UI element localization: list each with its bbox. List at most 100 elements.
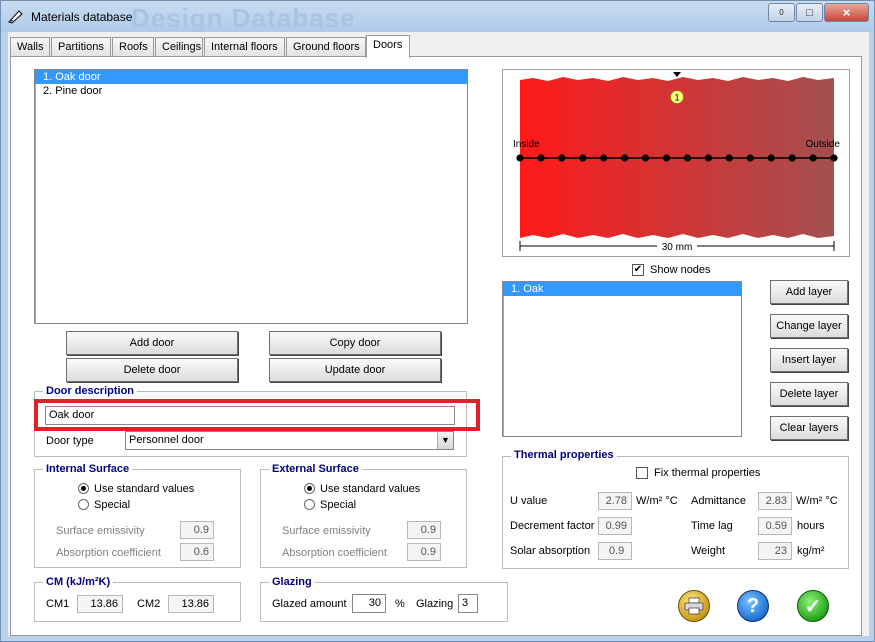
node-marker <box>683 154 692 162</box>
glazing-label: Glazing <box>416 598 454 610</box>
update-door-button[interactable]: Update door <box>269 358 441 382</box>
u-value-field: 2.78 <box>598 492 632 510</box>
cm2-field: 13.86 <box>168 595 214 613</box>
admittance-label: Admittance <box>691 495 747 507</box>
show-nodes-checkbox[interactable]: ✔ <box>632 264 644 276</box>
thickness-label: 30 mm <box>662 242 693 253</box>
pencil-ruler-icon <box>7 10 23 24</box>
internal-emissivity-label: Surface emissivity <box>56 525 145 537</box>
decrement-label: Decrement factor <box>510 520 595 532</box>
title-bar[interactable]: Materials database Design Database 0 □ × <box>1 1 874 33</box>
weight-field: 23 <box>758 542 792 560</box>
outside-label: Outside <box>806 139 841 150</box>
admittance-unit: W/m² °C <box>796 495 838 507</box>
help-button[interactable]: ? <box>737 590 769 622</box>
node-marker <box>809 154 817 162</box>
insert-layer-button[interactable]: Insert layer <box>770 348 848 372</box>
tab-roofs[interactable]: Roofs <box>112 37 154 57</box>
layer-number-text: 1 <box>674 93 679 103</box>
tab-internal-floors[interactable]: Internal floors <box>204 37 285 57</box>
glazed-amount-input[interactable]: 30 <box>352 594 386 613</box>
external-special-label: Special <box>320 499 357 511</box>
weight-label: Weight <box>691 545 726 557</box>
node-marker <box>621 154 629 162</box>
list-item[interactable]: 1. Oak <box>503 282 741 296</box>
layer-list[interactable]: 1. Oak <box>502 281 742 437</box>
delete-door-button[interactable]: Delete door <box>66 358 238 382</box>
internal-surface-title: Internal Surface <box>43 463 133 475</box>
print-button[interactable] <box>678 590 710 622</box>
node-marker <box>788 154 796 162</box>
glazing-input[interactable]: 3 <box>458 594 478 613</box>
fix-thermal-label: Fix thermal properties <box>654 467 761 479</box>
node-marker <box>662 154 671 162</box>
delete-layer-button[interactable]: Delete layer <box>770 382 848 406</box>
minimize-button[interactable]: 0 <box>768 3 795 22</box>
clear-layers-button[interactable]: Clear layers <box>770 416 848 440</box>
internal-absorption-field: 0.6 <box>180 543 214 561</box>
close-button[interactable]: × <box>824 3 869 22</box>
glazed-amount-label: Glazed amount <box>272 598 347 610</box>
external-special-radio[interactable] <box>304 499 315 510</box>
change-layer-button[interactable]: Change layer <box>770 314 848 338</box>
internal-emissivity-field: 0.9 <box>180 521 214 539</box>
node-marker <box>767 154 775 162</box>
door-description-title: Door description <box>43 385 138 397</box>
glazed-unit: % <box>395 598 405 610</box>
internal-standard-radio[interactable] <box>78 483 89 494</box>
fix-thermal-checkbox[interactable] <box>636 467 648 479</box>
add-layer-button[interactable]: Add layer <box>770 280 848 304</box>
ok-button[interactable]: ✓ <box>797 590 829 622</box>
external-emissivity-label: Surface emissivity <box>282 525 371 537</box>
inside-label: Inside <box>513 139 540 150</box>
external-standard-label: Use standard values <box>320 483 421 495</box>
u-value-label: U value <box>510 495 548 507</box>
node-marker <box>558 154 566 162</box>
highlight-box <box>34 399 480 431</box>
checkmark-icon: ✓ <box>804 595 822 618</box>
time-lag-label: Time lag <box>691 520 733 532</box>
external-standard-radio[interactable] <box>304 483 315 494</box>
cross-section-diagram: 1 Inside Outside 30 mm <box>513 72 841 253</box>
internal-special-label: Special <box>94 499 131 511</box>
time-lag-field: 0.59 <box>758 517 792 535</box>
node-marker <box>600 154 608 162</box>
decrement-field: 0.99 <box>598 517 632 535</box>
solar-absorption-field: 0.9 <box>598 542 632 560</box>
door-list[interactable]: 1. Oak door 2. Pine door <box>34 69 468 324</box>
title-watermark: Design Database <box>131 3 356 33</box>
restore-icon: □ <box>806 6 813 19</box>
node-marker <box>642 154 650 162</box>
list-item[interactable]: 2. Pine door <box>35 84 467 98</box>
copy-door-button[interactable]: Copy door <box>269 331 441 355</box>
internal-standard-label: Use standard values <box>94 483 195 495</box>
external-surface-title: External Surface <box>269 463 362 475</box>
door-type-value: Personnel door <box>129 434 204 446</box>
minimize-icon: 0 <box>779 8 784 17</box>
internal-special-radio[interactable] <box>78 499 89 510</box>
glazing-title: Glazing <box>269 576 315 588</box>
solar-absorption-label: Solar absorption <box>510 545 591 557</box>
tab-partitions[interactable]: Partitions <box>51 37 111 57</box>
internal-absorption-label: Absorption coefficient <box>56 547 161 559</box>
chevron-down-icon[interactable]: ▼ <box>437 432 453 449</box>
node-marker <box>746 154 754 162</box>
node-marker <box>725 154 733 162</box>
cm1-field: 13.86 <box>77 595 123 613</box>
window-title: Materials database <box>31 10 133 24</box>
node-marker <box>830 154 838 162</box>
tab-ground-floors[interactable]: Ground floors <box>286 37 366 57</box>
u-value-unit: W/m² °C <box>636 495 678 507</box>
door-type-select[interactable]: Personnel door ▼ <box>125 431 454 450</box>
list-item[interactable]: 1. Oak door <box>35 70 467 84</box>
restore-button[interactable]: □ <box>796 3 823 22</box>
help-icon: ? <box>746 594 760 617</box>
time-lag-unit: hours <box>797 520 825 532</box>
tab-ceilings[interactable]: Ceilings <box>155 37 203 57</box>
external-emissivity-field: 0.9 <box>407 521 441 539</box>
layer-cross-section: 1 Inside Outside 30 mm <box>502 69 850 257</box>
tab-walls[interactable]: Walls <box>10 37 50 57</box>
printer-icon <box>684 597 704 615</box>
tab-doors[interactable]: Doors <box>366 35 410 58</box>
add-door-button[interactable]: Add door <box>66 331 238 355</box>
